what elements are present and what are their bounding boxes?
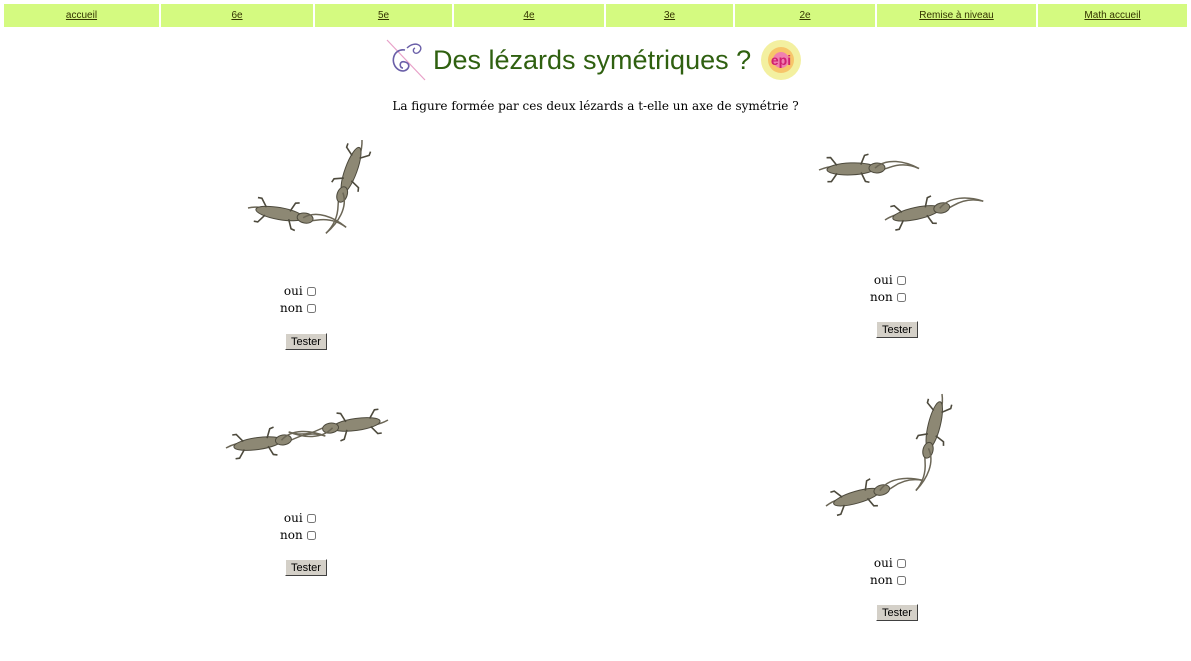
non-label: non [280, 301, 303, 315]
nav-cell-accueil: accueil [4, 4, 159, 27]
non-label: non [280, 528, 303, 542]
answers-4: oui non [870, 555, 906, 589]
nav-link-math-accueil[interactable]: Math accueil [1084, 10, 1140, 21]
nav-link-accueil[interactable]: accueil [66, 10, 97, 21]
oui-checkbox[interactable] [306, 514, 316, 523]
answers-1: oui non [280, 283, 316, 317]
oui-checkbox[interactable] [896, 276, 906, 285]
nav-cell-math-accueil: Math accueil [1038, 4, 1187, 27]
non-checkbox[interactable] [896, 576, 906, 585]
nav-cell-remise: Remise à niveau [877, 4, 1036, 27]
top-nav-bar: accueil 6e 5e 4e 3e 2e Remise à niveau M… [4, 4, 1187, 27]
tester-button[interactable]: Tester [285, 559, 327, 576]
nav-link-remise-a-niveau[interactable]: Remise à niveau [919, 10, 993, 21]
oui-label: oui [283, 284, 303, 298]
answers-3: oui non [280, 510, 316, 544]
answer-oui-row: oui [280, 283, 316, 300]
nav-link-4e[interactable]: 4e [523, 10, 534, 21]
nav-cell-3e: 3e [606, 4, 733, 27]
oui-label: oui [283, 511, 303, 525]
oui-checkbox[interactable] [306, 287, 316, 296]
answer-non-row: non [280, 527, 316, 544]
nav-link-2e[interactable]: 2e [799, 10, 810, 21]
nav-link-3e[interactable]: 3e [664, 10, 675, 21]
answer-non-row: non [280, 300, 316, 317]
nav-link-6e[interactable]: 6e [231, 10, 242, 21]
page-title: Des lézards symétriques ? [433, 44, 752, 75]
exercise-4: oui non Tester [800, 388, 1000, 628]
lizard-figure-4 [821, 389, 957, 521]
nav-cell-2e: 2e [735, 4, 875, 27]
tester-button[interactable]: Tester [876, 321, 918, 338]
answer-non-row: non [870, 289, 906, 306]
nav-cell-6e: 6e [161, 4, 313, 27]
epi-logo-text: epi [771, 52, 791, 68]
exercise-2: oui non Tester [800, 130, 1000, 360]
answer-oui-row: oui [870, 555, 906, 572]
oui-label: oui [873, 556, 893, 570]
title-row: Des lézards symétriques ? epi [385, 37, 803, 83]
answers-2: oui non [870, 272, 906, 306]
lizard-figure-1 [244, 134, 376, 240]
question-text: La figure formée par ces deux lézards a … [392, 99, 799, 113]
non-label: non [870, 573, 893, 587]
oui-label: oui [873, 273, 893, 287]
non-label: non [870, 290, 893, 304]
answer-oui-row: oui [280, 510, 316, 527]
nav-link-5e[interactable]: 5e [378, 10, 389, 21]
non-checkbox[interactable] [896, 293, 906, 302]
nav-cell-4e: 4e [454, 4, 604, 27]
spiral-decoration-icon [386, 39, 426, 81]
nav-cell-5e: 5e [315, 4, 452, 27]
tester-button[interactable]: Tester [285, 333, 327, 350]
answer-oui-row: oui [870, 272, 906, 289]
exercise-1: oui non Tester [200, 130, 400, 360]
epi-logo[interactable]: epi [759, 38, 803, 82]
tester-button[interactable]: Tester [876, 604, 918, 621]
non-checkbox[interactable] [306, 531, 316, 540]
non-checkbox[interactable] [306, 304, 316, 313]
lizard-figure-3 [223, 405, 391, 463]
answer-non-row: non [870, 572, 906, 589]
oui-checkbox[interactable] [896, 559, 906, 568]
lizard-figure-2 [817, 151, 985, 235]
exercise-3: oui non Tester [200, 395, 400, 595]
